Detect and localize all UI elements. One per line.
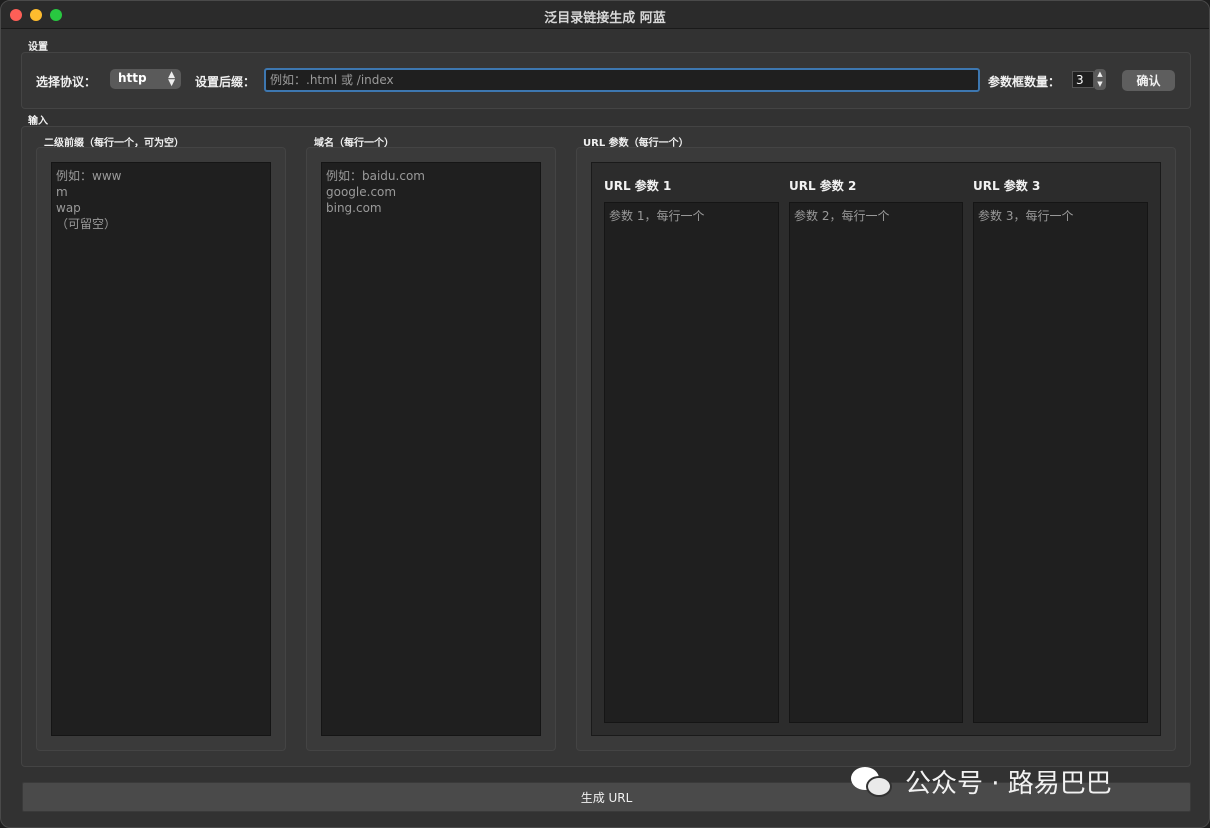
param-count-stepper[interactable]: ▲ ▼ — [1094, 69, 1106, 90]
protocol-select[interactable]: http ▲ ▼ — [110, 69, 181, 89]
title-bar: 泛目录链接生成 阿蓝 — [1, 1, 1209, 29]
url-param-1-header: URL 参数 1 — [604, 179, 672, 193]
confirm-button[interactable]: 确认 — [1122, 70, 1175, 91]
domain-textarea[interactable] — [321, 162, 541, 736]
protocol-label: 选择协议： — [36, 75, 97, 89]
url-param-2-header: URL 参数 2 — [789, 179, 857, 193]
watermark: 公众号 · 路易巴巴 — [849, 763, 1112, 799]
param-count-input[interactable] — [1072, 71, 1094, 88]
input-group-title: 输入 — [28, 116, 48, 127]
stepper-down-icon[interactable]: ▼ — [1094, 79, 1106, 89]
wechat-icon — [849, 763, 895, 799]
protocol-select-value: http — [118, 71, 147, 85]
window-title: 泛目录链接生成 阿蓝 — [544, 11, 666, 26]
suffix-input[interactable] — [264, 68, 980, 92]
url-param-3-textarea[interactable] — [973, 202, 1148, 723]
suffix-label: 设置后缀： — [195, 75, 256, 89]
chevron-updown-icon: ▲ ▼ — [168, 70, 175, 88]
param-count-label: 参数框数量： — [988, 75, 1061, 89]
watermark-text: 公众号 · 路易巴巴 — [905, 768, 1112, 799]
settings-group-title: 设置 — [28, 42, 48, 53]
subdomain-textarea[interactable] — [51, 162, 271, 736]
stepper-up-icon[interactable]: ▲ — [1094, 69, 1106, 79]
url-param-3-header: URL 参数 3 — [973, 179, 1041, 193]
url-param-1-textarea[interactable] — [604, 202, 779, 723]
url-param-2-textarea[interactable] — [789, 202, 963, 723]
app-window: 泛目录链接生成 阿蓝 设置 选择协议： http ▲▼ 设置后缀： 参数框数量：… — [0, 0, 1210, 828]
url-params-panel: URL 参数 1 URL 参数 2 URL 参数 3 — [591, 162, 1161, 736]
